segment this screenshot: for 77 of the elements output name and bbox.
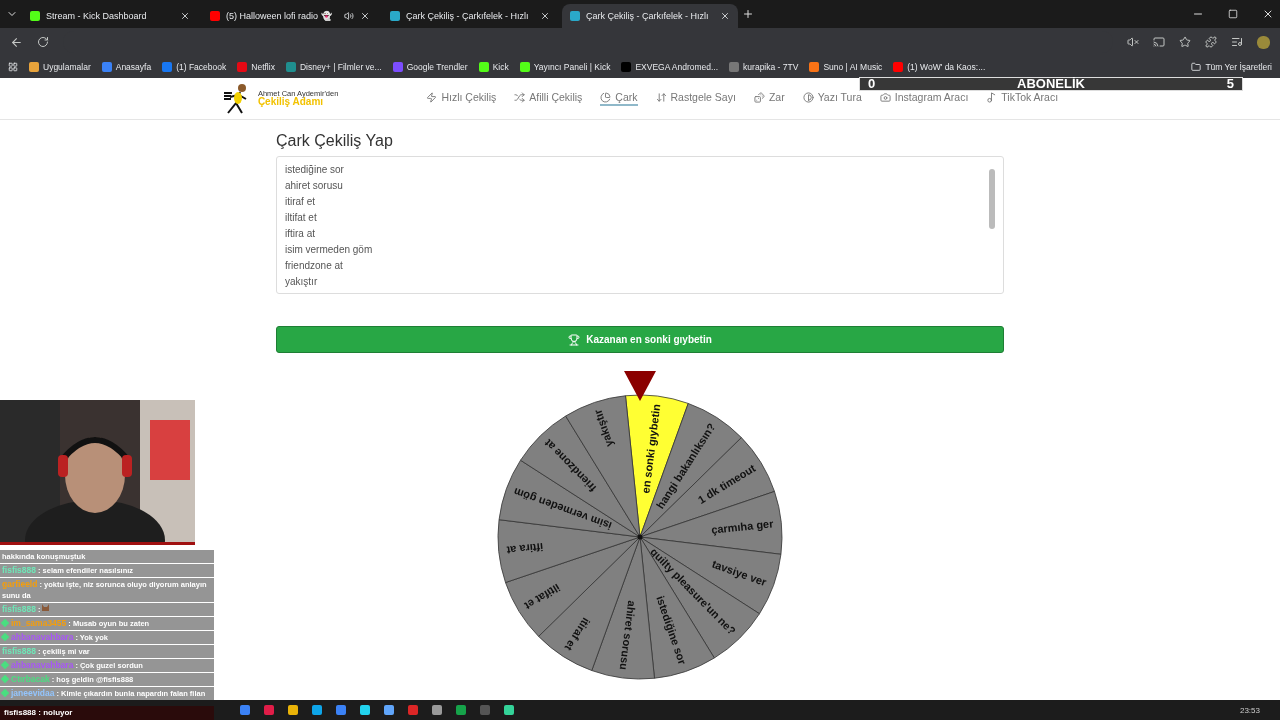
bookmark-link[interactable]: Suno | AI Music xyxy=(823,62,883,72)
taskbar-app-icon[interactable] xyxy=(408,705,418,715)
bookmark-link[interactable]: (1) WoW' da Kaos:... xyxy=(907,62,986,72)
nav-link[interactable]: Yazı Tura xyxy=(802,91,862,106)
bookmark-link[interactable]: Netflix xyxy=(251,62,275,72)
wheel-label: iftira at xyxy=(506,540,544,557)
scrollbar-thumb[interactable] xyxy=(989,169,995,229)
bookmark-link[interactable]: Yayıncı Paneli | Kick xyxy=(533,62,611,72)
nav-link[interactable]: Zar xyxy=(753,91,785,106)
media-icon[interactable] xyxy=(1231,36,1243,48)
entries-textarea[interactable]: istediğine sor ahiret sorusu itiraf et iltifat et iftira at isim vermeden göm friendzone at yakıştır xyxy=(276,156,1004,294)
browser-tab[interactable]: Çark Çekiliş - Çarkıfelek - Hızlı xyxy=(562,4,738,28)
nav-link[interactable]: Afilli Çekiliş xyxy=(514,91,583,106)
taskbar-app-icon[interactable] xyxy=(240,705,250,715)
taskbar-app-icon[interactable] xyxy=(456,705,466,715)
wheel-hub xyxy=(637,534,643,540)
reload-icon[interactable] xyxy=(37,36,49,48)
score-value: 5 xyxy=(1226,78,1234,90)
dice-icon xyxy=(753,92,765,103)
close-icon[interactable] xyxy=(540,11,550,21)
bookmark-link[interactable]: EXVEGA Andromed... xyxy=(635,62,719,72)
extensions-icon[interactable] xyxy=(1205,36,1217,48)
taskbar-app-icon[interactable] xyxy=(288,705,298,715)
close-icon[interactable] xyxy=(1262,8,1274,20)
star-icon[interactable] xyxy=(1179,36,1191,48)
browser-tab[interactable]: (5) Halloween lofi radio 👻 xyxy=(202,4,378,28)
taskbar-app-icon[interactable] xyxy=(360,705,370,715)
maximize-icon[interactable] xyxy=(1228,9,1238,19)
sort-icon xyxy=(655,92,667,103)
bookmark-link[interactable]: Anasayfa xyxy=(115,62,152,72)
bookmark-link[interactable]: Google Trendler xyxy=(406,62,468,72)
taskbar-app-icon[interactable] xyxy=(504,705,514,715)
wheel-label: en sonki gıybetin xyxy=(639,403,663,494)
bookmark-link[interactable]: Disney+ | Filmler ve... xyxy=(299,62,382,72)
taskbar-app-icon[interactable] xyxy=(312,705,322,715)
pointer-icon xyxy=(624,371,656,401)
wheel-label: ahiret sorusu xyxy=(617,600,639,671)
chat-message: fisfis888 : noluyor xyxy=(0,706,214,720)
bookmark-link[interactable]: Uygulamalar xyxy=(43,62,91,72)
bookmark-link[interactable]: kurapika - 7TV xyxy=(743,62,799,72)
bookmark-link[interactable]: Kick xyxy=(492,62,509,72)
bookmark-link[interactable]: (1) Facebook xyxy=(176,62,227,72)
wheel-label: iltifat et xyxy=(522,581,563,613)
pie-chart-icon xyxy=(600,92,612,103)
close-icon[interactable] xyxy=(720,11,730,21)
muted-speaker-icon[interactable] xyxy=(1127,36,1139,48)
apps-icon[interactable] xyxy=(8,62,18,72)
nav-link[interactable]: TikTok Aracı xyxy=(986,91,1059,106)
nav-link[interactable]: Hızlı Çekiliş xyxy=(426,91,497,106)
taskbar-app-icon[interactable] xyxy=(384,705,394,715)
page-title: Çark Çekiliş Yap xyxy=(276,132,394,150)
bookmark-link[interactable]: Tüm Yer İşaretleri xyxy=(1205,62,1272,72)
music-note-icon xyxy=(986,92,998,103)
lightning-icon xyxy=(426,92,438,103)
score-title: ABONELİK xyxy=(1017,78,1085,90)
nav-link[interactable]: Çark xyxy=(600,91,638,106)
back-icon[interactable] xyxy=(10,35,23,49)
trophy-icon xyxy=(568,333,581,346)
nav-link[interactable]: Rastgele Sayı xyxy=(655,91,736,106)
browser-tab[interactable]: Çark Çekiliş - Çarkıfelek - Hızlı xyxy=(382,4,558,28)
camera-icon xyxy=(879,92,891,103)
browser-tab[interactable]: Stream - Kick Dashboard xyxy=(22,4,198,28)
nav-link[interactable]: Instagram Aracı xyxy=(879,91,969,106)
close-icon[interactable] xyxy=(360,11,370,21)
close-icon[interactable] xyxy=(180,11,190,21)
taskbar-app-icon[interactable] xyxy=(336,705,346,715)
taskbar-app-icon[interactable] xyxy=(432,705,442,715)
clock: 23:53 xyxy=(1239,705,1260,715)
shuffle-icon xyxy=(514,92,526,103)
score-value: 0 xyxy=(868,78,876,90)
taskbar-app-icon[interactable] xyxy=(264,705,274,715)
wheel-label: çarmıha ger xyxy=(710,517,774,536)
profile-avatar[interactable] xyxy=(1257,35,1270,49)
speaker-icon[interactable] xyxy=(344,11,354,21)
logo-text: Çekiliş Adamı xyxy=(257,97,324,108)
new-tab-icon[interactable] xyxy=(742,8,754,20)
folder-icon xyxy=(1191,62,1202,72)
